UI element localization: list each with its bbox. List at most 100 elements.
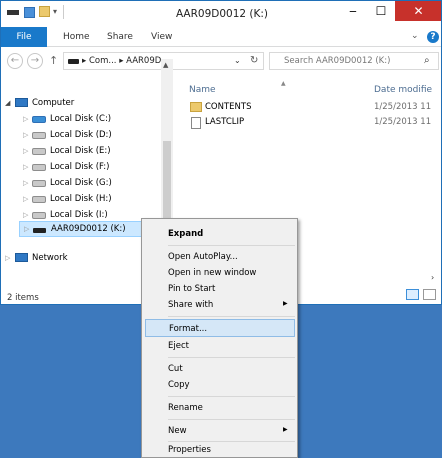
drive-icon bbox=[32, 116, 46, 123]
tree-item-label: Local Disk (D:) bbox=[50, 130, 112, 140]
tab-file[interactable]: File bbox=[1, 27, 47, 47]
drive-icon bbox=[32, 212, 46, 219]
menu-separator bbox=[168, 419, 295, 420]
refresh-icon[interactable]: ↻ bbox=[250, 55, 258, 66]
menu-item-properties[interactable]: Properties bbox=[145, 441, 295, 458]
address-row: ← → ↑ ▸ Com... ▸ AAR09D... ⌄ ↻ Search AA… bbox=[1, 48, 441, 74]
search-input[interactable]: Search AAR09D0012 (K:) ⌕ bbox=[269, 52, 439, 70]
details-view-icon[interactable] bbox=[406, 289, 419, 300]
tree-item-drive-e[interactable]: ▷ Local Disk (E:) bbox=[23, 144, 158, 159]
tree-item-label: Network bbox=[32, 253, 68, 263]
menu-item-expand[interactable]: Expand bbox=[145, 225, 295, 243]
minimize-button[interactable]: ‒ bbox=[339, 1, 367, 21]
menu-item-label: Copy bbox=[168, 380, 190, 390]
file-date: 1/25/2013 11 bbox=[374, 102, 432, 112]
address-dropdown-icon[interactable]: ⌄ bbox=[234, 56, 241, 65]
help-icon[interactable]: ? bbox=[427, 31, 439, 43]
menu-item-format[interactable]: Format... bbox=[145, 319, 295, 337]
drive-icon bbox=[32, 164, 46, 171]
search-placeholder: Search AAR09D0012 (K:) bbox=[284, 56, 391, 66]
menu-item-label: Format... bbox=[169, 324, 208, 334]
file-row[interactable]: CONTENTS 1/25/2013 11 bbox=[188, 101, 432, 115]
tree-item-computer[interactable]: ◢ Computer bbox=[5, 96, 155, 111]
chevron-right-icon[interactable]: ▷ bbox=[23, 195, 28, 203]
tree-item-label: Computer bbox=[32, 98, 75, 108]
tab-share[interactable]: Share bbox=[107, 27, 133, 47]
tree-item-drive-h[interactable]: ▷ Local Disk (H:) bbox=[23, 192, 158, 207]
menu-item-eject[interactable]: Eject bbox=[145, 337, 295, 355]
menu-item-label: Open AutoPlay... bbox=[168, 252, 238, 262]
chevron-right-icon[interactable]: ▷ bbox=[24, 225, 29, 233]
scroll-up-icon[interactable]: ▲ bbox=[163, 61, 168, 69]
file-icon bbox=[191, 117, 201, 129]
maximize-button[interactable]: ☐ bbox=[367, 1, 395, 21]
folder-icon bbox=[190, 102, 202, 112]
up-button[interactable]: ↑ bbox=[49, 54, 58, 67]
tree-item-drive-d[interactable]: ▷ Local Disk (D:) bbox=[23, 128, 158, 143]
chevron-right-icon[interactable]: ▷ bbox=[23, 115, 28, 123]
submenu-arrow-icon: ▶ bbox=[283, 300, 288, 307]
tree-item-drive-c[interactable]: ▷ Local Disk (C:) bbox=[23, 112, 158, 127]
menu-item-label: Properties bbox=[168, 445, 211, 455]
tab-view[interactable]: View bbox=[151, 27, 172, 47]
menu-item-label: Rename bbox=[168, 403, 203, 413]
expand-ribbon-icon[interactable]: ⌄ bbox=[411, 31, 419, 41]
ribbon: File Home Share View ⌄ ? bbox=[1, 27, 441, 47]
chevron-right-icon[interactable]: ▷ bbox=[23, 211, 28, 219]
drive-icon bbox=[33, 228, 46, 233]
menu-item-label: Share with bbox=[168, 300, 214, 310]
tree-item-network[interactable]: ▷ Network bbox=[5, 251, 155, 266]
tree-item-label: Local Disk (F:) bbox=[50, 162, 110, 172]
menu-separator bbox=[168, 396, 295, 397]
address-path: ▸ Com... ▸ AAR09D... bbox=[82, 56, 170, 66]
tab-home[interactable]: Home bbox=[63, 27, 90, 47]
sort-arrow-icon: ▲ bbox=[281, 80, 286, 87]
chevron-right-icon[interactable]: ▷ bbox=[23, 147, 28, 155]
tree-item-drive-f[interactable]: ▷ Local Disk (F:) bbox=[23, 160, 158, 175]
tree-item-drive-k[interactable]: ▷ AAR09D0012 (K:) bbox=[19, 221, 159, 237]
chevron-down-icon[interactable]: ◢ bbox=[5, 99, 10, 107]
tree-item-label: Local Disk (E:) bbox=[50, 146, 111, 156]
item-count: 2 items bbox=[7, 293, 39, 303]
menu-item-label: Open in new window bbox=[168, 268, 257, 278]
menu-separator bbox=[168, 357, 295, 358]
menu-item-new[interactable]: New ▶ bbox=[145, 422, 295, 440]
computer-icon bbox=[15, 98, 28, 107]
search-icon[interactable]: ⌕ bbox=[424, 55, 430, 66]
chevron-right-icon[interactable]: ▷ bbox=[23, 179, 28, 187]
menu-item-label: Expand bbox=[168, 229, 204, 239]
menu-item-label: Eject bbox=[168, 341, 189, 351]
tree-item-label: Local Disk (C:) bbox=[50, 114, 112, 124]
chevron-right-icon[interactable]: ▷ bbox=[5, 254, 10, 262]
context-menu: Expand Open AutoPlay... Open in new wind… bbox=[141, 218, 298, 458]
large-icons-view-icon[interactable] bbox=[423, 289, 436, 300]
submenu-arrow-icon: ▶ bbox=[283, 426, 288, 433]
chevron-right-icon[interactable]: ▷ bbox=[23, 163, 28, 171]
file-name: CONTENTS bbox=[205, 102, 252, 112]
drive-icon bbox=[68, 59, 79, 64]
menu-separator bbox=[168, 316, 295, 317]
back-button[interactable]: ← bbox=[7, 53, 23, 69]
tree-item-drive-g[interactable]: ▷ Local Disk (G:) bbox=[23, 176, 158, 191]
column-header-name[interactable]: Name bbox=[189, 85, 216, 95]
file-date: 1/25/2013 11 bbox=[374, 117, 432, 127]
tree-item-label: Local Disk (G:) bbox=[50, 178, 112, 188]
tree-item-label: Local Disk (I:) bbox=[50, 210, 108, 220]
drive-icon bbox=[32, 180, 46, 187]
menu-item-label: Cut bbox=[168, 364, 183, 374]
menu-item-rename[interactable]: Rename bbox=[145, 399, 295, 417]
close-button[interactable]: ✕ bbox=[395, 1, 441, 21]
menu-item-copy[interactable]: Copy bbox=[145, 376, 295, 394]
menu-item-label: New bbox=[168, 426, 187, 436]
title-bar: ▾ AAR09D0012 (K:) ‒ ☐ ✕ bbox=[1, 1, 441, 27]
menu-item-share-with[interactable]: Share with ▶ bbox=[145, 296, 295, 314]
drive-icon bbox=[32, 196, 46, 203]
drive-icon bbox=[32, 148, 46, 155]
chevron-right-icon[interactable]: ▷ bbox=[23, 131, 28, 139]
drive-icon bbox=[32, 132, 46, 139]
forward-button[interactable]: → bbox=[27, 53, 43, 69]
menu-separator bbox=[168, 245, 295, 246]
network-icon bbox=[15, 253, 28, 262]
column-header-date[interactable]: Date modifie bbox=[374, 85, 432, 95]
file-row[interactable]: LASTCLIP 1/25/2013 11 bbox=[188, 116, 432, 130]
